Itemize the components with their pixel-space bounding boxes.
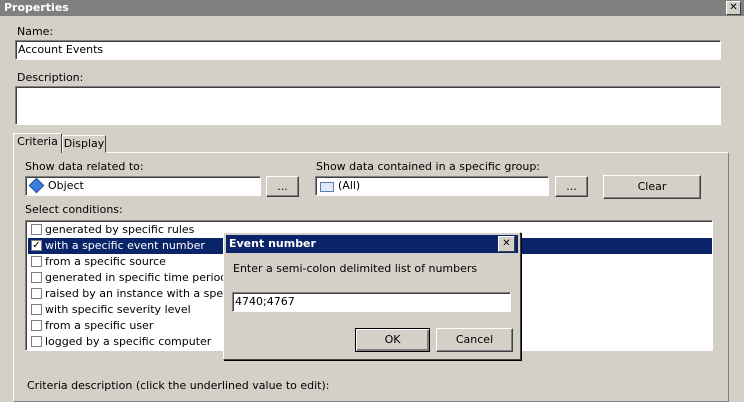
group-browse-button[interactable]: ... bbox=[555, 176, 588, 197]
conditions-label: Select conditions: bbox=[25, 203, 123, 216]
description-input[interactable] bbox=[15, 86, 721, 125]
close-icon: ✕ bbox=[729, 2, 738, 13]
related-label: Show data related to: bbox=[25, 160, 144, 173]
criteria-description-label: Criteria description (click the underlin… bbox=[27, 379, 330, 392]
cancel-button[interactable]: Cancel bbox=[436, 328, 513, 352]
name-label: Name: bbox=[17, 25, 54, 38]
condition-label: logged by a specific computer bbox=[45, 335, 212, 348]
condition-label: generated by specific rules bbox=[45, 223, 195, 236]
tab-display-label: Display bbox=[63, 137, 105, 150]
dialog-close-button[interactable]: ✕ bbox=[498, 236, 515, 252]
condition-checkbox[interactable] bbox=[31, 336, 42, 347]
group-envelope-icon bbox=[320, 182, 334, 192]
condition-label: with a specific event number bbox=[45, 239, 205, 252]
ok-button[interactable]: OK bbox=[355, 328, 430, 352]
related-browse-button[interactable]: ... bbox=[266, 176, 299, 197]
tab-display[interactable]: Display bbox=[62, 135, 106, 153]
dialog-prompt: Enter a semi-colon delimited list of num… bbox=[233, 262, 478, 275]
condition-label: from a specific user bbox=[45, 319, 154, 332]
close-icon: ✕ bbox=[502, 238, 511, 249]
tab-criteria[interactable]: Criteria bbox=[13, 133, 62, 153]
description-label: Description: bbox=[17, 71, 84, 84]
event-number-input[interactable]: 4740;4767 bbox=[232, 292, 511, 312]
clear-button[interactable]: Clear bbox=[603, 175, 701, 199]
condition-checkbox[interactable] bbox=[31, 304, 42, 315]
window-close-button[interactable]: ✕ bbox=[726, 1, 741, 15]
condition-label: with specific severity level bbox=[45, 303, 191, 316]
condition-label: from a specific source bbox=[45, 255, 166, 268]
related-value: Object bbox=[48, 179, 84, 192]
related-field[interactable]: Object bbox=[25, 176, 261, 196]
name-input[interactable]: Account Events bbox=[15, 40, 721, 60]
condition-label: generated in specific time period bbox=[45, 271, 228, 284]
condition-checkbox-checked[interactable]: ✓ bbox=[31, 240, 42, 251]
condition-checkbox[interactable] bbox=[31, 256, 42, 267]
condition-checkbox[interactable] bbox=[31, 288, 42, 299]
dialog-title-bar: Event number bbox=[226, 235, 518, 253]
window-title: Properties bbox=[4, 1, 69, 14]
group-value: (All) bbox=[338, 179, 361, 192]
dialog-title: Event number bbox=[229, 237, 316, 250]
condition-checkbox[interactable] bbox=[31, 224, 42, 235]
condition-checkbox[interactable] bbox=[31, 320, 42, 331]
group-field[interactable]: (All) bbox=[315, 176, 549, 196]
event-number-dialog: Event number ✕ Enter a semi-colon delimi… bbox=[223, 232, 521, 360]
window-title-bar: Properties bbox=[0, 0, 744, 16]
group-label: Show data contained in a specific group: bbox=[316, 160, 541, 173]
tab-criteria-label: Criteria bbox=[17, 135, 58, 148]
condition-checkbox[interactable] bbox=[31, 272, 42, 283]
